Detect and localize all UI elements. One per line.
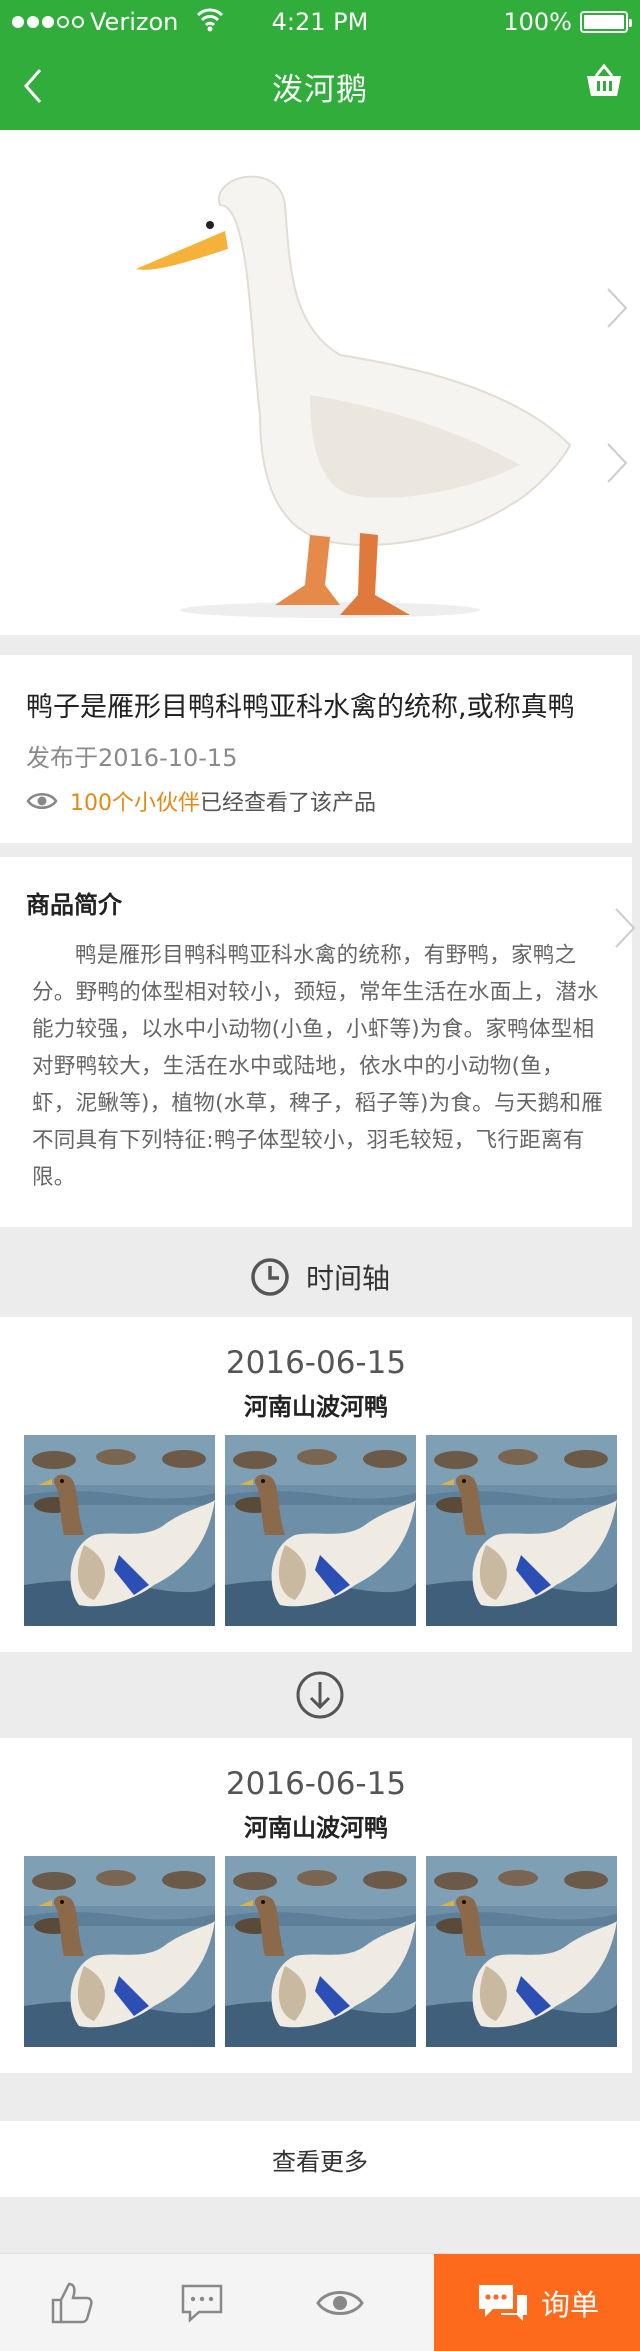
photo-row [24, 1856, 617, 2047]
arrow-down-circle-icon [296, 1671, 344, 1719]
chat-bubbles-icon [478, 2285, 527, 2321]
battery-percent: 100% [503, 8, 572, 36]
timeline-connector [0, 1652, 640, 1738]
battery: 100% [503, 8, 632, 36]
status-bar: Verizon 4:21 PM 100% [0, 0, 640, 44]
comment-icon [181, 2284, 223, 2323]
timeline-header: 时间轴 [0, 1237, 640, 1317]
intro-body: 鸭是雁形目鸭科鸭亚科水禽的统称，有野鸭，家鸭之分。野鸭的体型相对较小，颈短，常年… [32, 943, 604, 1190]
product-intro-card[interactable]: 商品简介 鸭是雁形目鸭科鸭亚科水禽的统称，有野鸭，家鸭之分。野鸭的体型相对较小，… [0, 857, 636, 1227]
product-image-carousel[interactable] [0, 130, 640, 635]
view-count-highlight: 100个小伙伴 [70, 791, 200, 816]
timeline-entry: 2016-06-15 河南山波河鸭 [0, 1738, 632, 2073]
thumbs-up-icon [51, 2282, 93, 2324]
chevron-right-icon[interactable] [604, 285, 630, 331]
view-more-button[interactable]: 查看更多 [0, 2121, 640, 2197]
timeline-entry: 2016-06-15 河南山波河鸭 [0, 1317, 632, 1652]
timeline-date: 2016-06-15 [225, 1766, 407, 1802]
comment-button[interactable] [130, 2254, 274, 2351]
nav-bar: 泼河鹅 [0, 44, 640, 130]
page-title: 泼河鹅 [272, 72, 368, 108]
duck-photo[interactable] [426, 1856, 617, 2047]
timeline-place: 河南山波河鸭 [244, 1393, 388, 1421]
duck-photo[interactable] [225, 1856, 416, 2047]
eye-icon [26, 793, 58, 809]
view-count-text: 已经查看了该产品 [200, 791, 377, 816]
duck-photo[interactable] [24, 1856, 215, 2047]
duck-photo[interactable] [426, 1435, 617, 1626]
duck-photo[interactable] [225, 1435, 416, 1626]
eye-icon [316, 2291, 364, 2315]
like-button[interactable] [0, 2254, 144, 2351]
product-title: 鸭子是雁形目鸭科鸭亚科水禽的统称,或称真鸭 [26, 692, 575, 723]
basket-icon[interactable] [584, 62, 624, 102]
timeline-title: 时间轴 [305, 1262, 390, 1295]
bottom-action-bar: 询单 [0, 2253, 640, 2351]
top-bar: Verizon 4:21 PM 100% 泼河鹅 [0, 0, 640, 130]
product-info-card: 鸭子是雁形目鸭科鸭亚科水禽的统称,或称真鸭 发布于2016-10-15 100个… [0, 655, 632, 843]
inquiry-button[interactable]: 询单 [434, 2254, 640, 2351]
duck-photo[interactable] [24, 1435, 215, 1626]
view-button[interactable] [268, 2254, 412, 2351]
inquiry-label: 询单 [540, 2288, 599, 2322]
timeline-date: 2016-06-15 [225, 1345, 407, 1381]
battery-icon [580, 11, 632, 33]
duck-image [130, 175, 572, 618]
chevron-right-icon[interactable] [612, 905, 638, 951]
chevron-right-icon[interactable] [604, 440, 630, 486]
publish-date: 发布于2016-10-15 [26, 744, 238, 772]
photo-row [24, 1435, 617, 1626]
intro-heading: 商品简介 [26, 891, 122, 919]
clock-icon [251, 1258, 289, 1296]
timeline-place: 河南山波河鸭 [244, 1814, 388, 1842]
view-count: 100个小伙伴 已经查看了该产品 [26, 785, 376, 817]
